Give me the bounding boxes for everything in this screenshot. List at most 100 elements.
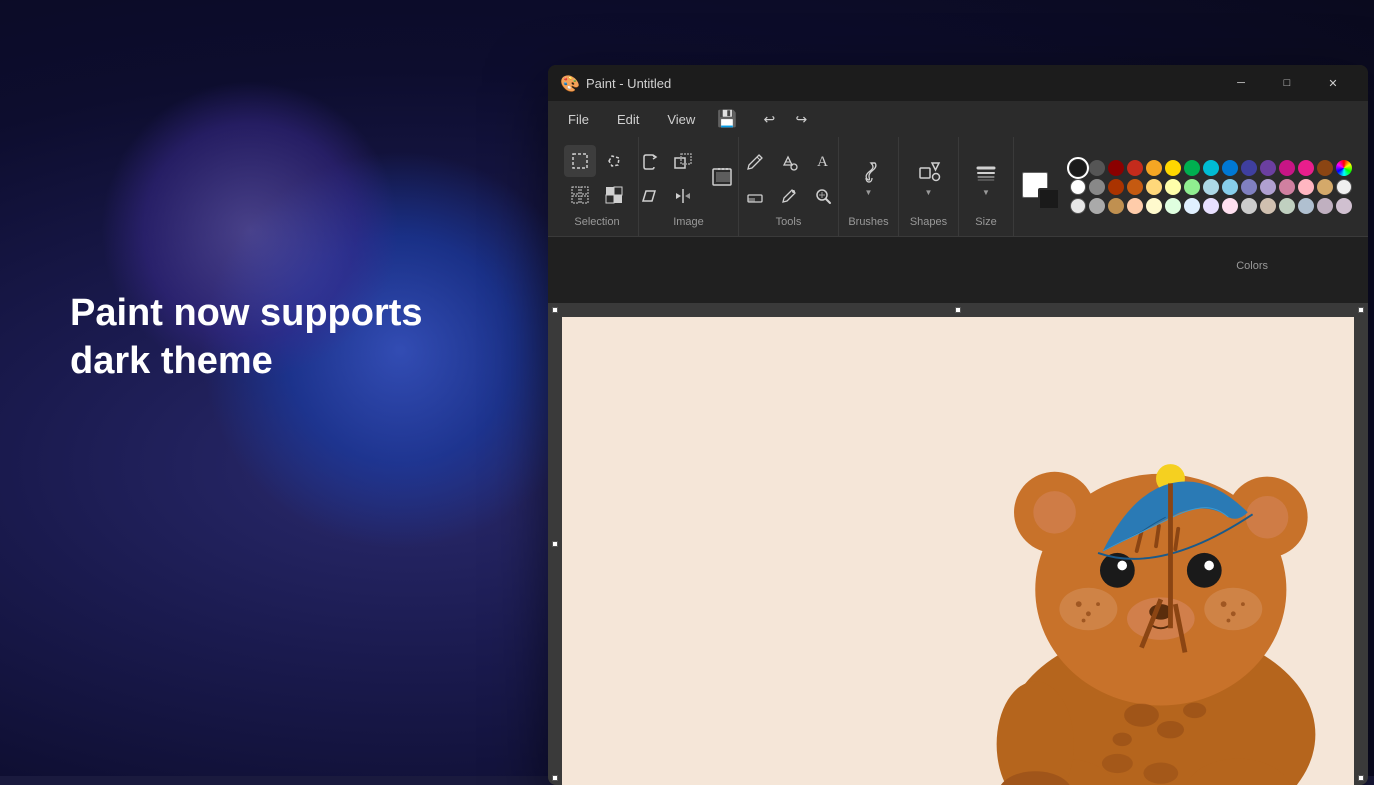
color-lavender[interactable] [1260, 179, 1276, 195]
active-colors [1022, 172, 1060, 210]
color-orange[interactable] [1146, 160, 1162, 176]
skew-button[interactable] [633, 180, 665, 212]
color-brown[interactable] [1317, 160, 1333, 176]
tools-group: A [739, 137, 839, 236]
color-peach[interactable] [1127, 198, 1143, 214]
image-group: Image [639, 137, 739, 236]
size-button[interactable]: ▼ [964, 149, 1008, 207]
color-empty4[interactable] [1317, 198, 1333, 214]
fg-color-swatch[interactable] [1038, 188, 1060, 210]
invert-select-button[interactable] [598, 179, 630, 211]
selection-group: Selection [556, 137, 639, 236]
text-button[interactable]: A [807, 146, 839, 178]
color-tan2[interactable] [1108, 198, 1124, 214]
free-select-button[interactable] [598, 145, 630, 177]
pencil-button[interactable] [739, 146, 771, 178]
handle-mid-left[interactable] [552, 541, 558, 547]
color-palered[interactable] [1222, 198, 1238, 214]
resize-button[interactable] [667, 146, 699, 178]
select-all-button[interactable] [564, 179, 596, 211]
image-label: Image [673, 216, 704, 232]
colors-label: Colors [1236, 260, 1268, 272]
window-controls: ─ □ ✕ [1218, 67, 1356, 99]
shapes-label: Shapes [910, 216, 947, 232]
menu-file[interactable]: File [556, 108, 601, 131]
color-empty5[interactable] [1336, 198, 1352, 214]
rotate-button[interactable] [633, 146, 665, 178]
tools-label: Tools [776, 216, 802, 232]
color-tan[interactable] [1317, 179, 1333, 195]
color-darkred[interactable] [1108, 160, 1124, 176]
color-empty1[interactable] [1260, 198, 1276, 214]
handle-top-left[interactable] [552, 307, 558, 313]
color-burntorange[interactable] [1108, 179, 1124, 195]
color-gray[interactable] [1089, 179, 1105, 195]
color-violet[interactable] [1260, 160, 1276, 176]
color-blue[interactable] [1222, 160, 1238, 176]
rect-select-button[interactable] [564, 145, 596, 177]
color-swatches-grid [1070, 160, 1352, 214]
handle-top-mid[interactable] [955, 307, 961, 313]
color-pink[interactable] [1298, 160, 1314, 176]
menu-bar: File Edit View 💾 ↩ ↪ [548, 101, 1368, 137]
minimize-button[interactable]: ─ [1218, 67, 1264, 99]
app-icon: 🎨 [560, 74, 578, 92]
flip-button[interactable] [667, 180, 699, 212]
color-green[interactable] [1184, 160, 1200, 176]
color-lemon[interactable] [1146, 198, 1162, 214]
color-paleblue[interactable] [1184, 198, 1200, 214]
color-indigo[interactable] [1241, 160, 1257, 176]
color-mintgreen[interactable] [1165, 198, 1181, 214]
color-magenta[interactable] [1279, 160, 1295, 176]
undo-redo-group: ↩ ↪ [755, 105, 815, 133]
brushes-label: Brushes [848, 216, 888, 232]
color-midgray[interactable] [1089, 198, 1105, 214]
magnifier-button[interactable] [807, 180, 839, 212]
color-skyblue[interactable] [1222, 179, 1238, 195]
color-empty3[interactable] [1298, 198, 1314, 214]
canvas-frame [562, 317, 1354, 785]
color-lightyellow[interactable] [1146, 179, 1162, 195]
handle-top-right[interactable] [1358, 307, 1364, 313]
fill-button[interactable] [773, 146, 805, 178]
maximize-button[interactable]: □ [1264, 67, 1310, 99]
color-empty2[interactable] [1279, 198, 1295, 214]
color-rose[interactable] [1298, 179, 1314, 195]
menu-edit[interactable]: Edit [605, 108, 651, 131]
undo-button[interactable]: ↩ [755, 105, 783, 133]
color-salmon[interactable] [1127, 179, 1143, 195]
color-paleyellow[interactable] [1165, 179, 1181, 195]
color-darkgray[interactable] [1089, 160, 1105, 176]
color-picker-button[interactable] [773, 180, 805, 212]
color-lightpink[interactable] [1279, 179, 1295, 195]
color-lightblue[interactable] [1203, 179, 1219, 195]
color-lightgreen[interactable] [1184, 179, 1200, 195]
color-periwinkle[interactable] [1241, 179, 1257, 195]
custom-color-button[interactable] [1336, 160, 1352, 176]
color-palepurple[interactable] [1203, 198, 1219, 214]
title-bar: 🎨 Paint - Untitled ─ □ ✕ [548, 65, 1368, 101]
color-row-3 [1070, 198, 1352, 214]
save-button[interactable]: 💾 [711, 105, 743, 133]
color-red[interactable] [1127, 160, 1143, 176]
close-button[interactable]: ✕ [1310, 67, 1356, 99]
color-teal[interactable] [1203, 160, 1219, 176]
eraser-button[interactable] [739, 180, 771, 212]
shapes-button[interactable]: ▼ [907, 148, 951, 208]
redo-button[interactable]: ↪ [787, 105, 815, 133]
brushes-dropdown-arrow: ▼ [865, 188, 873, 197]
paint-window: 🎨 Paint - Untitled ─ □ ✕ File Edit View … [548, 65, 1368, 785]
shapes-dropdown-arrow: ▼ [925, 188, 933, 197]
color-black[interactable] [1070, 160, 1086, 176]
color-white[interactable] [1070, 179, 1086, 195]
color-offwhite[interactable] [1070, 198, 1086, 214]
shapes-group: ▼ Shapes [899, 137, 959, 236]
menu-view[interactable]: View [655, 108, 707, 131]
color-lightgray[interactable] [1336, 179, 1352, 195]
color-silvergray[interactable] [1241, 198, 1257, 214]
ribbon: Selection [548, 137, 1368, 237]
selection-label: Selection [574, 216, 619, 232]
color-yellow[interactable] [1165, 160, 1181, 176]
brushes-button[interactable]: ▼ [847, 148, 891, 208]
size-group: ▼ Size [959, 137, 1014, 236]
